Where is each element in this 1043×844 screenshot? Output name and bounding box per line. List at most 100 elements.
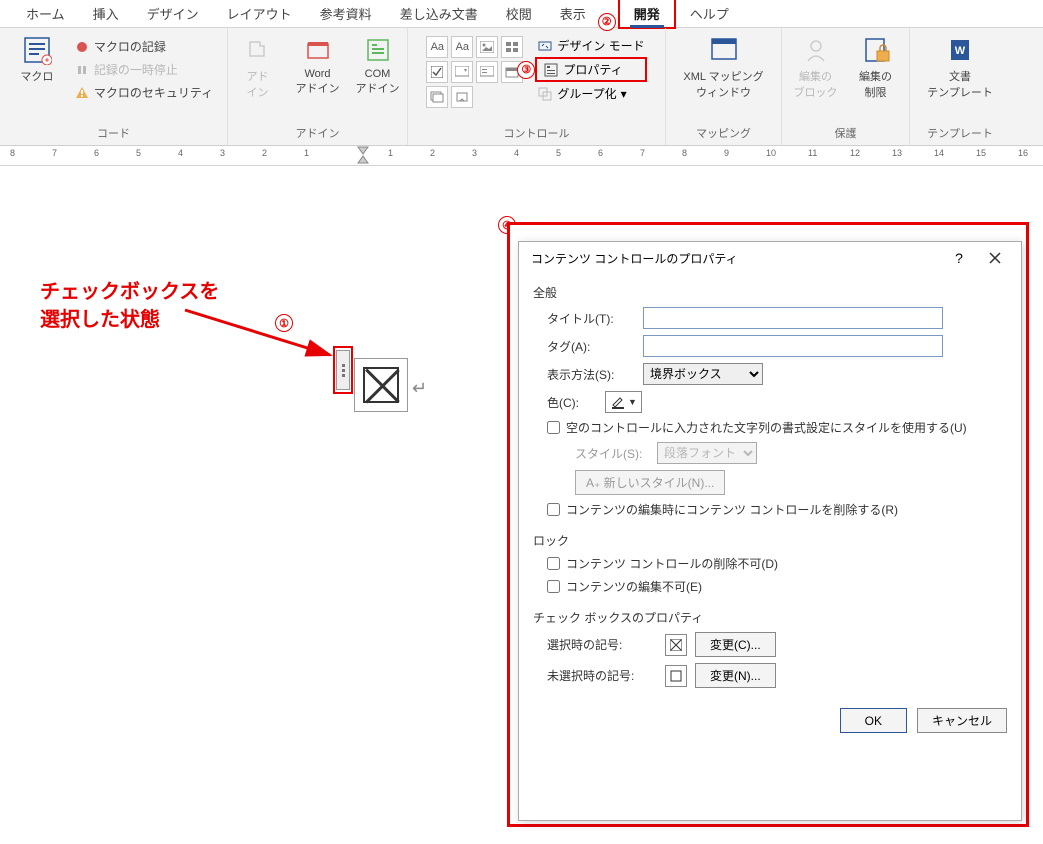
tag-input[interactable] — [643, 335, 943, 357]
plain-text-control[interactable]: Aa — [451, 36, 473, 58]
com-icon — [362, 34, 394, 66]
group-addins: アド イン Word アドイン COM アドイン アドイン — [228, 28, 408, 145]
design-mode-button[interactable]: デザイン モード — [535, 36, 646, 55]
display-label: 表示方法(S): — [547, 366, 635, 383]
macros-button[interactable]: マクロ — [10, 32, 64, 84]
com-label: COM アドイン — [356, 68, 400, 96]
group-icon — [537, 86, 553, 102]
no-edit-checkbox[interactable] — [547, 580, 560, 593]
xml-mapping-button[interactable]: XML マッピング ウィンドウ — [676, 32, 772, 100]
restrict-editing-button[interactable]: 編集の 制限 — [849, 32, 903, 100]
no-edit-label: コンテンツの編集不可(E) — [566, 578, 702, 595]
chevron-down-icon: ▼ — [628, 397, 637, 407]
tab-insert[interactable]: 挿入 — [79, 0, 133, 27]
xml-label: XML マッピング ウィンドウ — [683, 68, 763, 100]
template-icon: W — [944, 34, 976, 66]
no-delete-label: コンテンツ コントロールの削除不可(D) — [566, 555, 778, 572]
no-delete-checkbox[interactable] — [547, 557, 560, 570]
paragraph-mark: ↵ — [412, 378, 427, 399]
indent-marker[interactable] — [357, 146, 369, 164]
tab-layout[interactable]: レイアウト — [213, 0, 306, 27]
pause-macro-button: 記録の一時停止 — [70, 59, 217, 80]
design-mode-label: デザイン モード — [557, 37, 644, 54]
color-picker[interactable]: ▼ — [605, 391, 642, 413]
section-checkbox-props: チェック ボックスのプロパティ — [533, 609, 1007, 626]
group-code: マクロ マクロの記録 記録の一時停止 マクロのセキュリティ コード — [0, 28, 228, 145]
group-addins-label: アドイン — [296, 125, 340, 143]
content-control-handle[interactable] — [336, 350, 350, 390]
word-addins-button[interactable]: Word アドイン — [291, 32, 345, 96]
remove-on-edit-label: コンテンツの編集時にコンテンツ コントロールを削除する(R) — [566, 501, 898, 518]
color-label: 色(C): — [547, 394, 597, 411]
rich-text-control[interactable]: Aa — [426, 36, 448, 58]
change-checked-button[interactable]: 変更(C)... — [695, 632, 776, 657]
legacy-tools[interactable] — [451, 86, 473, 108]
svg-text:W: W — [955, 45, 966, 57]
tab-design[interactable]: デザイン — [133, 0, 213, 27]
properties-button[interactable]: ③ プロパティ — [535, 57, 646, 82]
store-icon — [302, 34, 334, 66]
picture-control[interactable] — [476, 36, 498, 58]
checkbox-content-control[interactable] — [354, 358, 408, 412]
block-icon — [800, 34, 832, 66]
cancel-button[interactable]: キャンセル — [917, 708, 1007, 733]
properties-dialog: コンテンツ コントロールのプロパティ ? 全般 タイトル(T): タグ(A): … — [518, 241, 1022, 821]
group-controls: Aa Aa デザイン モード ③ プロパティ — [408, 28, 666, 145]
ribbon-body: マクロ マクロの記録 記録の一時停止 マクロのセキュリティ コード — [0, 28, 1043, 146]
display-select[interactable]: 境界ボックス — [643, 363, 763, 385]
group-template-label: テンプレート — [927, 125, 993, 143]
marker-3: ③ — [517, 61, 535, 79]
use-style-label: 空のコントロールに入力された文字列の書式設定にスタイルを使用する(U) — [566, 419, 967, 436]
restrict-icon — [860, 34, 892, 66]
group-mapping-label: マッピング — [696, 125, 751, 143]
ok-button[interactable]: OK — [840, 708, 907, 733]
dialog-help-button[interactable]: ? — [941, 244, 977, 272]
addin-label: アド イン — [247, 68, 269, 100]
record-label: マクロの記録 — [94, 38, 166, 55]
tab-home[interactable]: ホーム — [12, 0, 79, 27]
tab-help[interactable]: ヘルプ — [676, 0, 743, 27]
properties-label: プロパティ — [563, 61, 622, 78]
tag-label: タグ(A): — [547, 338, 635, 355]
dropdown-control[interactable] — [476, 61, 498, 83]
change-unchecked-button[interactable]: 変更(N)... — [695, 663, 776, 688]
pause-label: 記録の一時停止 — [94, 61, 178, 78]
title-input[interactable] — [643, 307, 943, 329]
design-mode-icon — [537, 38, 553, 54]
restrict-label: 編集の 制限 — [859, 68, 892, 100]
tab-review[interactable]: 校閲 — [492, 0, 546, 27]
group-btn-label: グループ化 — [557, 85, 616, 102]
unchecked-symbol-label: 未選択時の記号: — [547, 667, 657, 684]
style-label: スタイル(S): — [575, 445, 649, 462]
macros-label: マクロ — [20, 68, 53, 84]
tab-view[interactable]: 表示 — [546, 0, 600, 27]
tab-developer[interactable]: 開発 — [618, 0, 676, 29]
dialog-close-button[interactable] — [977, 244, 1013, 272]
remove-on-edit-checkbox[interactable] — [547, 503, 560, 516]
dialog-titlebar: コンテンツ コントロールのプロパティ ? — [519, 242, 1021, 274]
use-style-checkbox[interactable] — [547, 421, 560, 434]
repeating-control[interactable] — [426, 86, 448, 108]
macro-icon — [21, 34, 53, 66]
record-macro-button[interactable]: マクロの記録 — [70, 36, 217, 57]
addins-button: アド イン — [231, 32, 285, 100]
checkbox-control[interactable] — [426, 61, 448, 83]
group-controls-label: コントロール — [504, 125, 570, 143]
checkbox-checked-icon — [363, 367, 399, 403]
block-authors-button: 編集の ブロック — [789, 32, 843, 100]
group-button: グループ化 ▾ — [535, 84, 646, 103]
building-block-control[interactable] — [501, 36, 523, 58]
tab-references[interactable]: 参考資料 — [306, 0, 386, 27]
macro-security-button[interactable]: マクロのセキュリティ — [70, 82, 217, 103]
properties-icon — [543, 62, 559, 78]
tab-mailings[interactable]: 差し込み文書 — [386, 0, 492, 27]
chevron-down-icon: ▾ — [621, 87, 627, 101]
combobox-control[interactable] — [451, 61, 473, 83]
document-template-button[interactable]: W 文書 テンプレート — [920, 32, 1000, 100]
com-addins-button[interactable]: COM アドイン — [351, 32, 405, 96]
addin-icon — [242, 34, 274, 66]
new-style-button: A₊ 新しいスタイル(N)... — [575, 470, 725, 495]
unchecked-symbol-preview — [665, 665, 687, 687]
horizontal-ruler[interactable]: 8765432112345678910111213141516 — [0, 146, 1043, 166]
annotation-arrow — [175, 300, 345, 370]
